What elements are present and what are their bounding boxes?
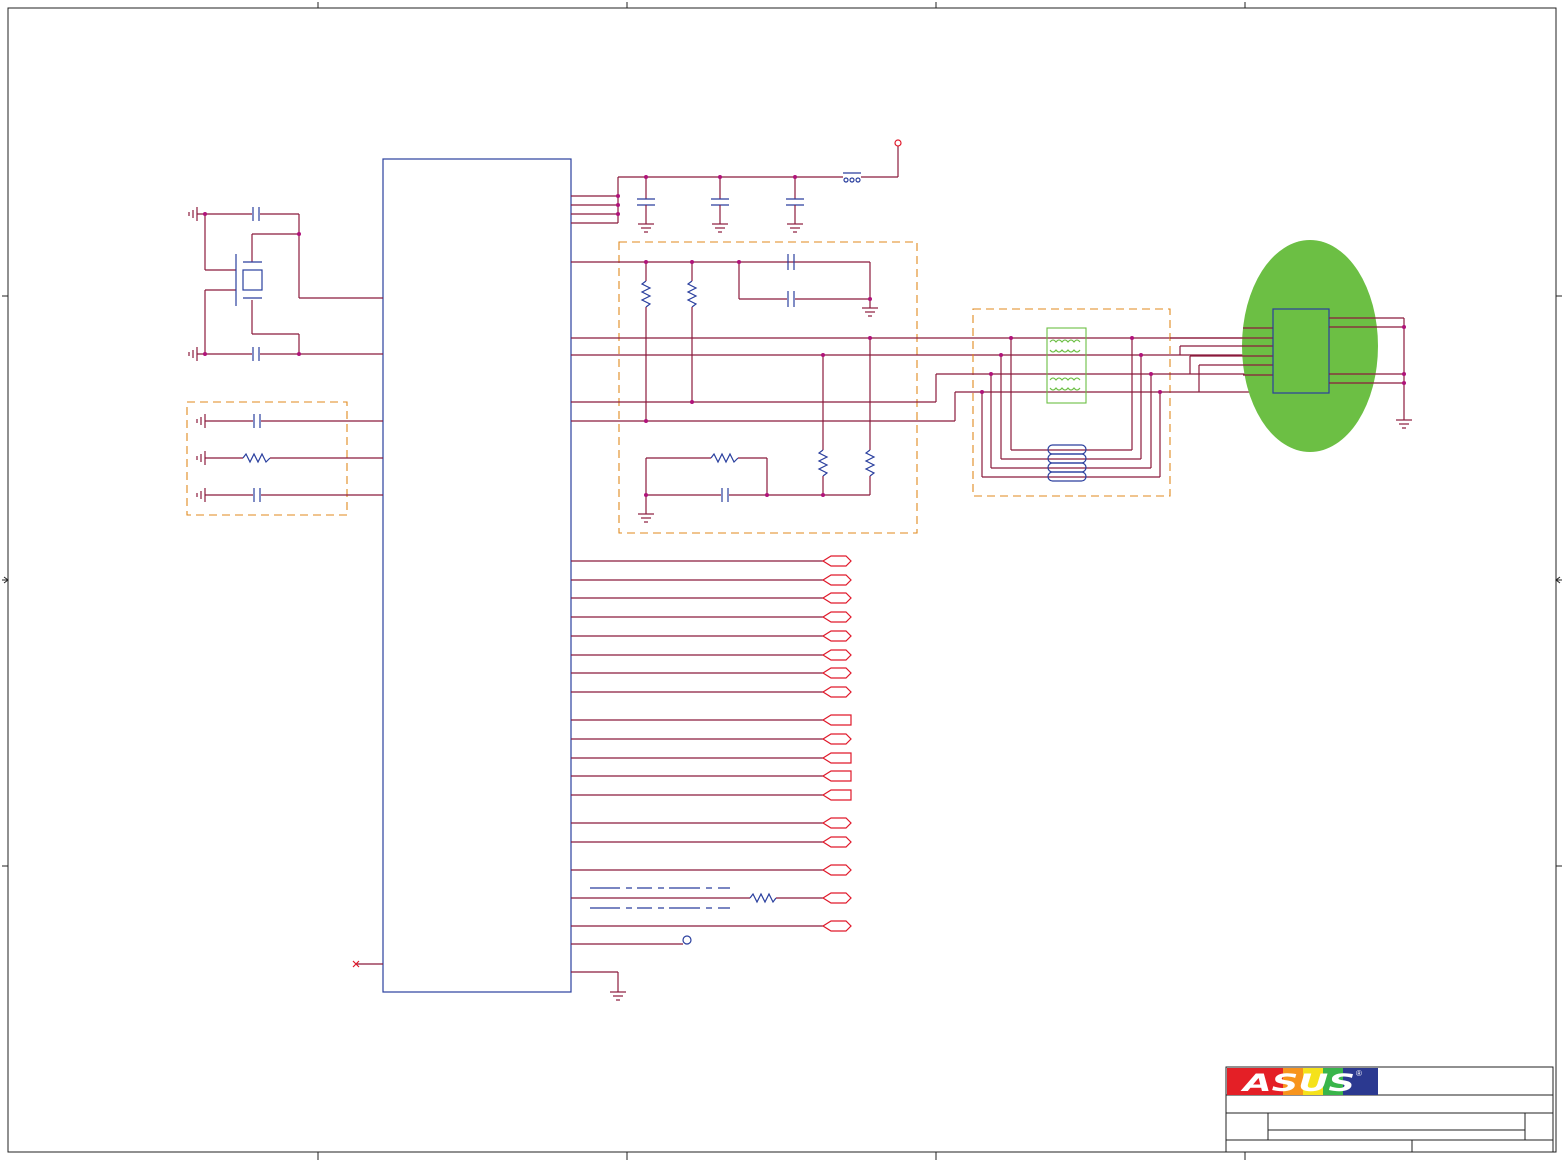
ground-icon xyxy=(196,451,206,465)
capacitor-icon xyxy=(253,414,261,428)
brand-name: ASUS xyxy=(1240,1069,1355,1097)
capacitor-icon xyxy=(711,177,729,233)
port-arrow-icon xyxy=(821,592,852,604)
test-point-icon xyxy=(682,935,692,945)
power-decoupling xyxy=(571,139,902,233)
crystal-icon xyxy=(235,254,263,306)
ferrite-bead-icon xyxy=(843,172,861,183)
termination-network xyxy=(571,241,1270,534)
registered-mark: ® xyxy=(1356,1069,1362,1078)
capacitor-icon xyxy=(637,177,655,233)
resistor-icon xyxy=(710,452,739,464)
ground-icon xyxy=(1396,419,1412,429)
port-arrow-icon xyxy=(821,630,852,642)
asus-logo: ASUS ® xyxy=(1227,1068,1378,1097)
port-arrow-icon xyxy=(821,789,852,801)
ground-icon xyxy=(610,991,626,1001)
port-arrow-icon xyxy=(821,920,852,932)
port-arrow-icon xyxy=(821,555,852,567)
signal-bus xyxy=(352,555,852,1001)
port-arrow-icon xyxy=(821,892,852,904)
resistor-icon xyxy=(640,280,652,308)
resistor-icon xyxy=(749,892,777,904)
capacitor-icon xyxy=(786,177,804,233)
capacitor-icon xyxy=(721,488,729,502)
port-arrow-icon xyxy=(821,817,852,829)
resistor-icon xyxy=(817,449,829,477)
port-arrow-icon xyxy=(821,733,852,745)
ground-icon xyxy=(196,488,206,502)
port-arrow-icon xyxy=(821,836,852,848)
port-arrow-icon xyxy=(821,752,852,764)
schematic-sheet: ASUS ® xyxy=(2,2,1562,1160)
resistor-icon xyxy=(242,452,271,464)
capacitor-icon xyxy=(252,347,260,361)
ground-icon xyxy=(196,414,206,428)
main-ic xyxy=(382,158,572,993)
capacitor-icon xyxy=(252,207,260,221)
title-block: ASUS ® xyxy=(1225,1066,1554,1153)
port-arrow-icon xyxy=(821,686,852,698)
left-optional-group xyxy=(186,401,383,516)
port-arrow-icon xyxy=(821,649,852,661)
drawing-frame xyxy=(2,2,1562,1160)
ground-icon xyxy=(188,207,198,221)
resistor-icon xyxy=(864,449,876,477)
rj45-connector xyxy=(1170,240,1412,452)
magnetics-section xyxy=(935,308,1270,497)
port-arrow-icon xyxy=(821,574,852,586)
resistor-icon xyxy=(686,280,698,308)
power-rail-icon xyxy=(894,139,902,147)
port-arrow-icon xyxy=(821,770,852,782)
ground-icon xyxy=(188,347,198,361)
port-arrow-icon xyxy=(821,864,852,876)
capacitor-icon xyxy=(253,488,261,502)
port-arrow-icon xyxy=(821,714,852,726)
port-arrow-icon xyxy=(821,667,852,679)
port-arrow-icon xyxy=(821,611,852,623)
crystal-section xyxy=(188,207,383,361)
